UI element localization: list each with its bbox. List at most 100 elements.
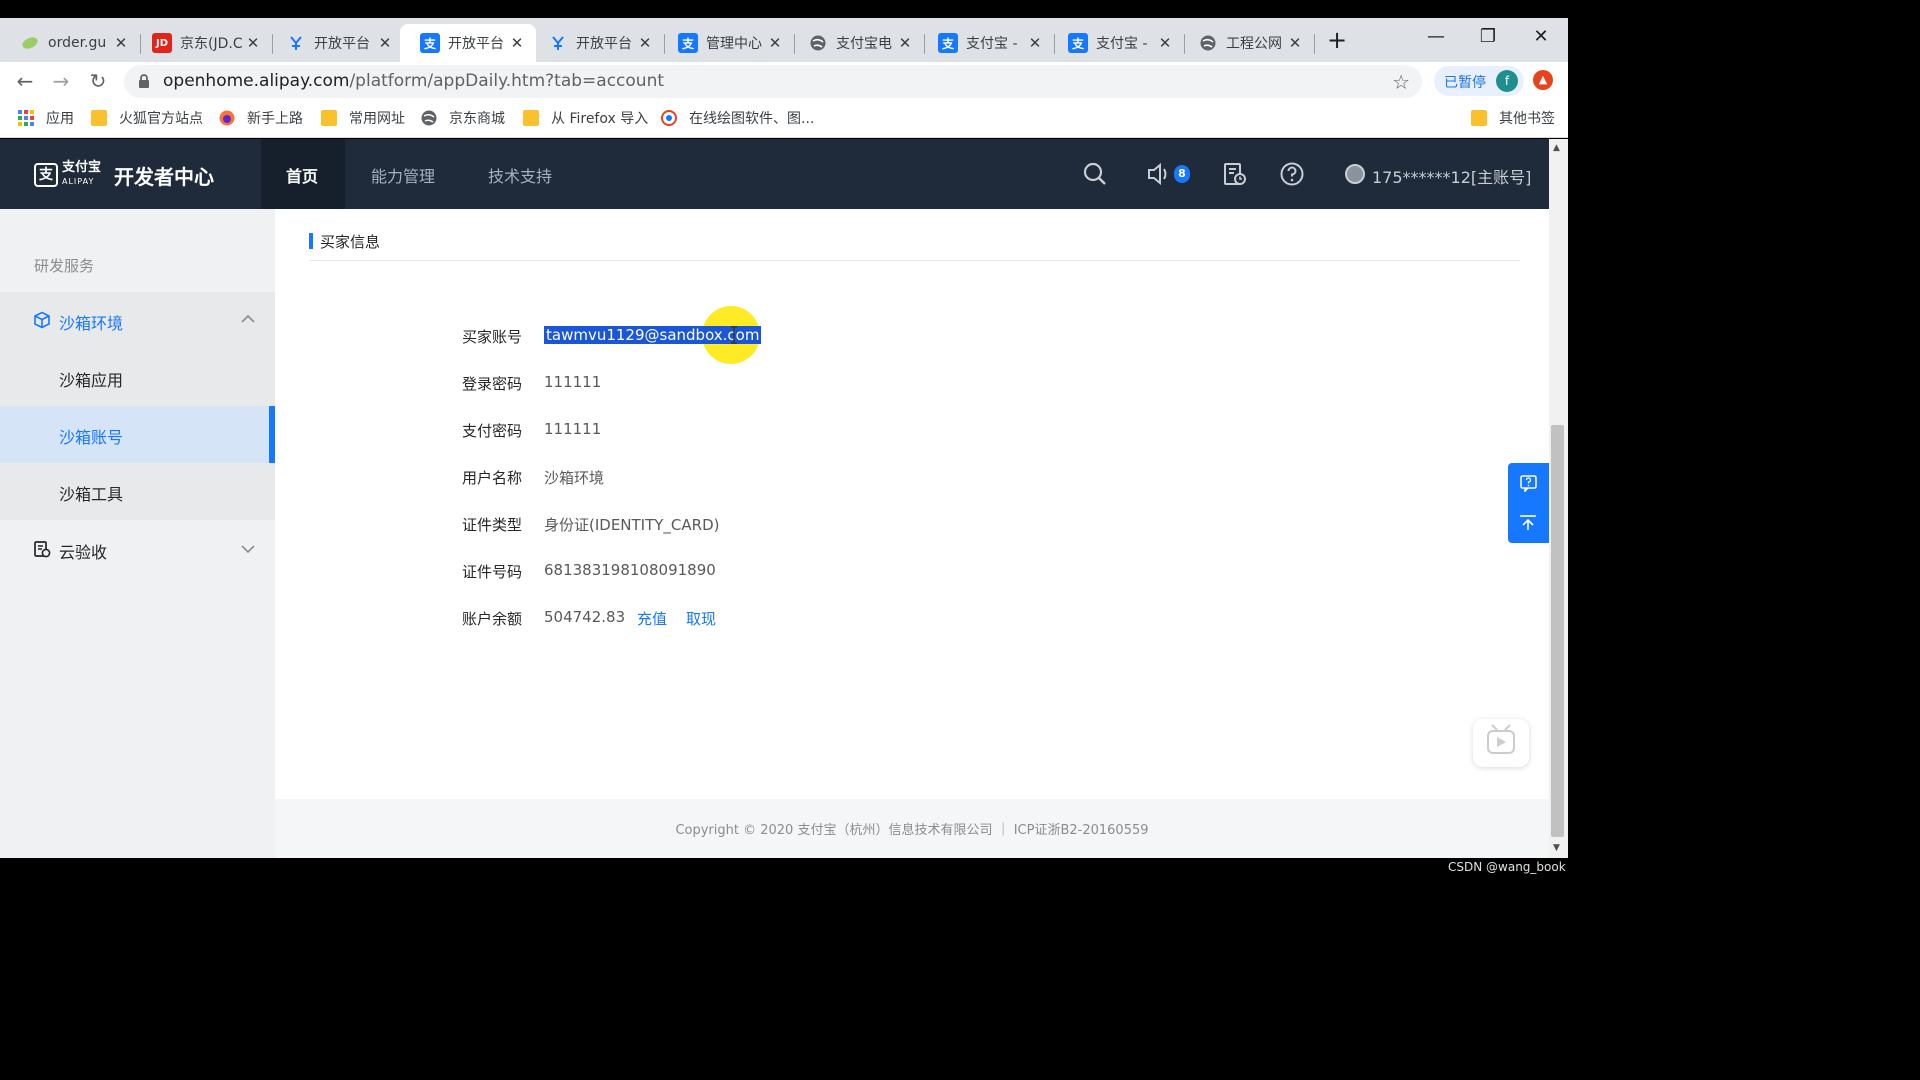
bookmark-star-icon[interactable]: ☆ [1392,70,1410,94]
sidebar-group-cloud-acceptance[interactable]: 云验收 [0,521,275,578]
scrollbar-thumb[interactable] [1551,425,1564,837]
lock-icon[interactable] [138,73,150,89]
scroll-down-arrow-icon[interactable]: ▼ [1553,843,1560,853]
close-tab-icon[interactable]: ✕ [1156,34,1174,52]
site-title[interactable]: 开发者中心 [114,161,214,190]
close-tab-icon[interactable]: ✕ [112,34,130,52]
field-label: 买家账号 [462,328,523,346]
browser-tab[interactable]: 工程公网 ✕ [1178,24,1314,62]
browser-tab[interactable]: order.gu ✕ [0,24,140,62]
text-cursor-icon [731,326,737,344]
close-tab-icon[interactable]: ✕ [376,34,394,52]
minimize-icon[interactable]: — [1413,26,1459,47]
bookmark-item[interactable]: 在线绘图软件、图... [661,108,814,128]
bookmark-other[interactable]: 其他书签 [1471,108,1555,128]
bookmark-item[interactable]: 京东商城 [421,108,505,128]
browser-tab[interactable]: 支 支付宝 - ✕ [1048,24,1184,62]
feedback-icon[interactable] [1520,475,1537,492]
withdraw-link[interactable]: 取现 [686,608,716,629]
page-scrollbar[interactable]: ▲ ▼ [1549,139,1568,858]
sidebar-item-label: 沙箱账号 [59,428,124,447]
restore-window-icon[interactable]: ❐ [1465,26,1511,47]
browser-tab[interactable]: 支 管理中心 ✕ [658,24,794,62]
address-bar[interactable]: openhome.alipay.com/platform/appDaily.ht… [124,65,1422,98]
close-tab-icon[interactable]: ✕ [244,34,262,52]
browser-tab[interactable]: 支 支付宝 - ✕ [918,24,1054,62]
tab-title: 支付宝 - [966,36,1018,52]
new-tab-button[interactable]: + [1322,28,1352,52]
close-tab-icon[interactable]: ✕ [508,34,526,52]
bookmark-item[interactable]: 从 Firefox 导入 [523,108,648,128]
logo-text-cn: 支付宝 [62,160,102,175]
open-platform-icon [286,33,306,53]
close-tab-icon[interactable]: ✕ [1026,34,1044,52]
url-host: openhome.alipay.com [163,71,350,91]
bookmark-label: 其他书签 [1499,111,1555,127]
browser-tab[interactable]: 支付宝电 ✕ [788,24,924,62]
reload-icon[interactable]: ↻ [85,68,111,94]
close-tab-icon[interactable]: ✕ [1286,34,1304,52]
chevron-down-icon[interactable] [241,544,255,554]
chevron-up-icon[interactable] [241,314,255,324]
field-value-selected[interactable]: tawmvu1129@sandbox.com [544,326,762,344]
sidebar-item-sandbox-app[interactable]: 沙箱应用 [0,349,275,406]
nav-home[interactable]: 首页 [286,163,318,187]
field-label: 支付密码 [462,422,523,440]
alipay-logo-icon[interactable]: 支 [34,163,58,187]
scroll-up-arrow-icon[interactable]: ▲ [1553,143,1560,153]
field-value: 身份证(IDENTITY_CARD) [544,516,720,534]
logo-text-en: ALIPAY [62,177,95,186]
nav-tech-support[interactable]: 技术支持 [488,163,552,187]
sidebar: 研发服务 沙箱环境 沙箱应用 沙箱账号 沙箱工具 云验收 [0,209,275,858]
tab-title: 支付宝 - [1096,36,1148,52]
field-label: 账户余额 [462,610,523,628]
browser-tab[interactable]: 开放平台 ✕ [266,24,404,62]
recharge-link[interactable]: 充值 [637,608,667,629]
back-arrow-icon[interactable]: ← [12,68,38,94]
forward-arrow-icon[interactable]: → [48,68,74,94]
browser-toolbar: ← → ↻ openhome.alipay.com/platform/appDa… [0,62,1568,100]
tab-title: 开放平台 [576,36,632,52]
copyright-text: Copyright © 2020 支付宝（杭州）信息技术有限公司 ｜ ICP证浙… [675,823,1149,838]
sidebar-group-sandbox[interactable]: 沙箱环境 [0,292,275,349]
field-value: 504742.83 [544,608,626,626]
search-icon[interactable] [1082,161,1108,187]
browser-tab[interactable]: 开放平台 ✕ [528,24,664,62]
sidebar-item-sandbox-tools[interactable]: 沙箱工具 [0,463,275,520]
close-window-icon[interactable]: ✕ [1518,26,1564,47]
browser-tab-active[interactable]: 支 开放平台 ✕ [400,24,536,62]
video-play-button[interactable] [1473,719,1529,767]
bookmark-apps[interactable]: 应用 [18,108,74,128]
sidebar-item-sandbox-account[interactable]: 沙箱账号 [0,406,275,463]
bookmark-item[interactable]: 火狐官方站点 [91,108,203,128]
field-value: 111111 [544,420,602,438]
bookmark-item[interactable]: 常用网址 [321,108,405,128]
open-platform-icon [548,33,568,53]
close-tab-icon[interactable]: ✕ [766,34,784,52]
close-tab-icon[interactable]: ✕ [636,34,654,52]
bookmarks-bar: 应用 火狐官方站点 新手上路 常用网址 京东商城 从 Firefox 导入 在线… [0,100,1568,138]
field-label: 证件号码 [462,563,523,581]
speaker-notification-icon[interactable] [1146,161,1172,187]
account-avatar[interactable] [1345,164,1365,184]
back-to-top-icon[interactable] [1519,515,1537,531]
close-tab-icon[interactable]: ✕ [896,34,914,52]
bookmark-label: 火狐官方站点 [119,111,203,127]
bookmark-item[interactable]: 新手上路 [219,108,303,128]
sync-paused-button[interactable]: 已暂停 f [1434,66,1524,96]
watermark: CSDN @wang_book [1448,860,1566,874]
document-clock-icon[interactable] [1222,161,1248,187]
floating-toolbar [1508,463,1549,543]
extension-icon[interactable]: ▲ [1533,70,1553,90]
browser-tab[interactable]: JD 京东(JD.C ✕ [132,24,272,62]
nav-capability-management[interactable]: 能力管理 [371,163,435,187]
taskbar-strip [0,858,1568,882]
bookmark-label: 在线绘图软件、图... [689,111,815,127]
folder-icon [321,110,337,126]
tab-title: 京东(JD.C [180,36,243,52]
help-icon[interactable] [1279,161,1305,187]
profile-avatar: f [1496,70,1518,92]
url-text[interactable]: openhome.alipay.com/platform/appDaily.ht… [163,71,664,91]
site-header: 支 支付宝 ALIPAY 开发者中心 首页 能力管理 技术支持 8 175***… [0,139,1549,209]
account-name[interactable]: 175******12[主账号] [1372,164,1531,188]
